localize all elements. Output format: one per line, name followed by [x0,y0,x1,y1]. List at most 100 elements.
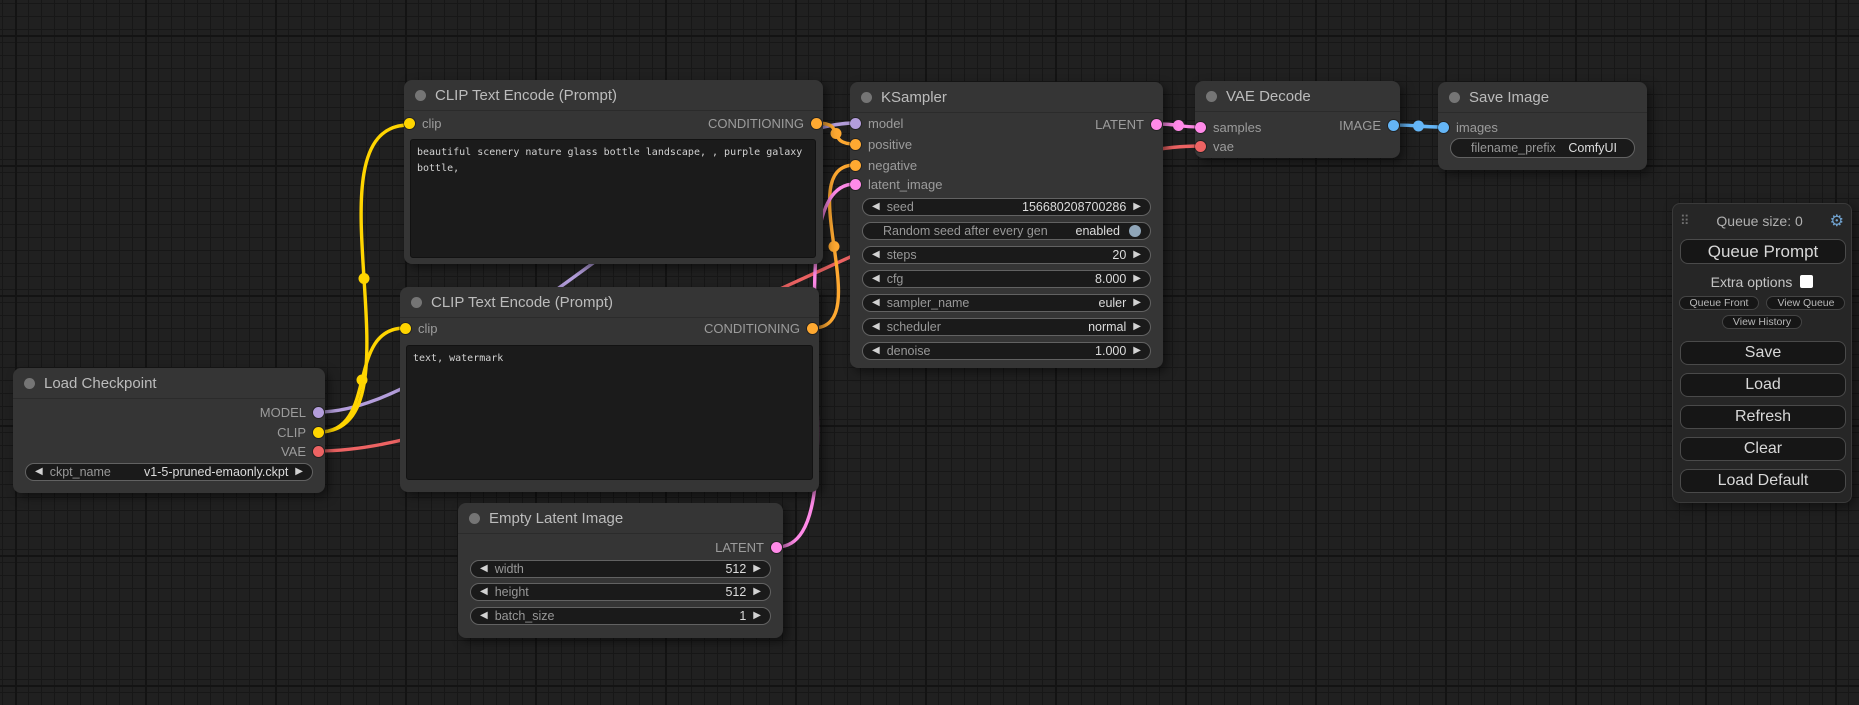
queue-front-button[interactable]: Queue Front [1679,296,1760,310]
prev-arrow-icon[interactable]: ◀ [872,346,880,356]
latent-port-icon[interactable] [850,179,861,190]
next-arrow-icon[interactable]: ▶ [1133,250,1141,260]
conditioning-port-icon[interactable] [850,139,861,150]
next-arrow-icon[interactable]: ▶ [753,564,761,574]
input-port-latent-image[interactable]: latent_image [850,177,942,191]
next-arrow-icon[interactable]: ▶ [753,587,761,597]
prev-arrow-icon[interactable]: ◀ [872,274,880,284]
width-widget[interactable]: ◀ width 512 ▶ [470,560,771,578]
prev-arrow-icon[interactable]: ◀ [872,322,880,332]
node-clip-text-encode-positive[interactable]: CLIP Text Encode (Prompt) clip CONDITION… [404,80,823,264]
ckpt-name-widget[interactable]: ◀ ckpt_name v1-5-pruned-emaonly.ckpt ▶ [25,463,313,481]
view-history-button[interactable]: View History [1722,315,1802,329]
collapse-dot-icon[interactable] [861,92,872,103]
link-midpoint-dot[interactable] [829,241,840,252]
next-arrow-icon[interactable]: ▶ [1133,346,1141,356]
input-port-model[interactable]: model [850,116,903,130]
node-graph-canvas[interactable]: Load Checkpoint MODEL CLIP VAE ◀ ckpt_na… [0,0,1859,705]
conditioning-port-icon[interactable] [850,160,861,171]
refresh-button[interactable]: Refresh [1680,405,1846,429]
node-clip-text-encode-negative[interactable]: CLIP Text Encode (Prompt) clip CONDITION… [400,287,819,492]
output-port-conditioning[interactable]: CONDITIONING [704,321,818,335]
image-port-icon[interactable] [1438,122,1449,133]
input-port-clip[interactable]: clip [404,116,442,130]
input-port-clip[interactable]: clip [400,321,438,335]
latent-port-icon[interactable] [771,542,782,553]
vae-port-icon[interactable] [313,446,324,457]
prev-arrow-icon[interactable]: ◀ [480,587,488,597]
link-midpoint-dot[interactable] [831,128,842,139]
node-ksampler[interactable]: KSampler model positive negative latent_… [850,82,1163,368]
load-button[interactable]: Load [1680,373,1846,397]
input-port-images[interactable]: images [1438,120,1498,134]
collapse-dot-icon[interactable] [24,378,35,389]
view-queue-button[interactable]: View Queue [1766,296,1845,310]
node-save-image[interactable]: Save Image images filename_prefix ComfyU… [1438,82,1647,170]
cfg-widget[interactable]: ◀ cfg 8.000 ▶ [862,270,1151,288]
output-port-model[interactable]: MODEL [260,405,324,419]
collapse-dot-icon[interactable] [415,90,426,101]
prev-arrow-icon[interactable]: ◀ [35,467,43,477]
conditioning-port-icon[interactable] [811,118,822,129]
next-arrow-icon[interactable]: ▶ [1133,202,1141,212]
queue-prompt-button[interactable]: Queue Prompt [1680,239,1846,264]
random-seed-widget[interactable]: Random seed after every gen enabled [862,222,1151,240]
vae-port-icon[interactable] [1195,141,1206,152]
clip-port-icon[interactable] [400,323,411,334]
next-arrow-icon[interactable]: ▶ [1133,298,1141,308]
next-arrow-icon[interactable]: ▶ [1133,274,1141,284]
conditioning-port-icon[interactable] [807,323,818,334]
positive-prompt-textarea[interactable]: beautiful scenery nature glass bottle la… [410,139,816,258]
output-port-latent[interactable]: LATENT [715,540,782,554]
model-port-icon[interactable] [313,407,324,418]
toggle-on-icon[interactable] [1129,225,1141,237]
link-midpoint-dot[interactable] [359,273,370,284]
load-default-button[interactable]: Load Default [1680,469,1846,493]
sampler-name-widget[interactable]: ◀ sampler_name euler ▶ [862,294,1151,312]
drag-handle-icon[interactable]: ⠿ [1680,213,1690,229]
denoise-widget[interactable]: ◀ denoise 1.000 ▶ [862,342,1151,360]
image-port-icon[interactable] [1388,120,1399,131]
latent-port-icon[interactable] [1151,119,1162,130]
clip-port-icon[interactable] [313,427,324,438]
next-arrow-icon[interactable]: ▶ [1133,322,1141,332]
input-port-vae[interactable]: vae [1195,139,1234,153]
link-midpoint-dot[interactable] [1413,121,1424,132]
batch-size-widget[interactable]: ◀ batch_size 1 ▶ [470,607,771,625]
next-arrow-icon[interactable]: ▶ [295,467,303,477]
prev-arrow-icon[interactable]: ◀ [872,202,880,212]
prev-arrow-icon[interactable]: ◀ [480,564,488,574]
node-load-checkpoint[interactable]: Load Checkpoint MODEL CLIP VAE ◀ ckpt_na… [13,368,325,493]
output-port-clip[interactable]: CLIP [277,425,324,439]
latent-port-icon[interactable] [1195,122,1206,133]
collapse-dot-icon[interactable] [1449,92,1460,103]
steps-widget[interactable]: ◀ steps 20 ▶ [862,246,1151,264]
next-arrow-icon[interactable]: ▶ [753,611,761,621]
link-midpoint-dot[interactable] [1173,120,1184,131]
clip-port-icon[interactable] [404,118,415,129]
input-port-samples[interactable]: samples [1195,120,1261,134]
clear-button[interactable]: Clear [1680,437,1846,461]
link-midpoint-dot[interactable] [357,375,368,386]
output-port-image[interactable]: IMAGE [1339,118,1399,132]
collapse-dot-icon[interactable] [469,513,480,524]
negative-prompt-textarea[interactable]: text, watermark [406,345,813,480]
scheduler-widget[interactable]: ◀ scheduler normal ▶ [862,318,1151,336]
extra-options-checkbox[interactable] [1800,275,1813,288]
prev-arrow-icon[interactable]: ◀ [872,250,880,260]
input-port-negative[interactable]: negative [850,158,917,172]
output-port-vae[interactable]: VAE [281,444,324,458]
output-port-latent[interactable]: LATENT [1095,117,1162,131]
model-port-icon[interactable] [850,118,861,129]
collapse-dot-icon[interactable] [411,297,422,308]
prev-arrow-icon[interactable]: ◀ [872,298,880,308]
settings-gear-icon[interactable]: ⚙ [1830,211,1844,231]
save-button[interactable]: Save [1680,341,1846,365]
node-vae-decode[interactable]: VAE Decode samples vae IMAGE [1195,81,1400,158]
input-port-positive[interactable]: positive [850,137,912,151]
seed-widget[interactable]: ◀ seed 156680208700286 ▶ [862,198,1151,216]
height-widget[interactable]: ◀ height 512 ▶ [470,583,771,601]
filename-prefix-widget[interactable]: filename_prefix ComfyUI [1450,138,1635,158]
collapse-dot-icon[interactable] [1206,91,1217,102]
output-port-conditioning[interactable]: CONDITIONING [708,116,822,130]
